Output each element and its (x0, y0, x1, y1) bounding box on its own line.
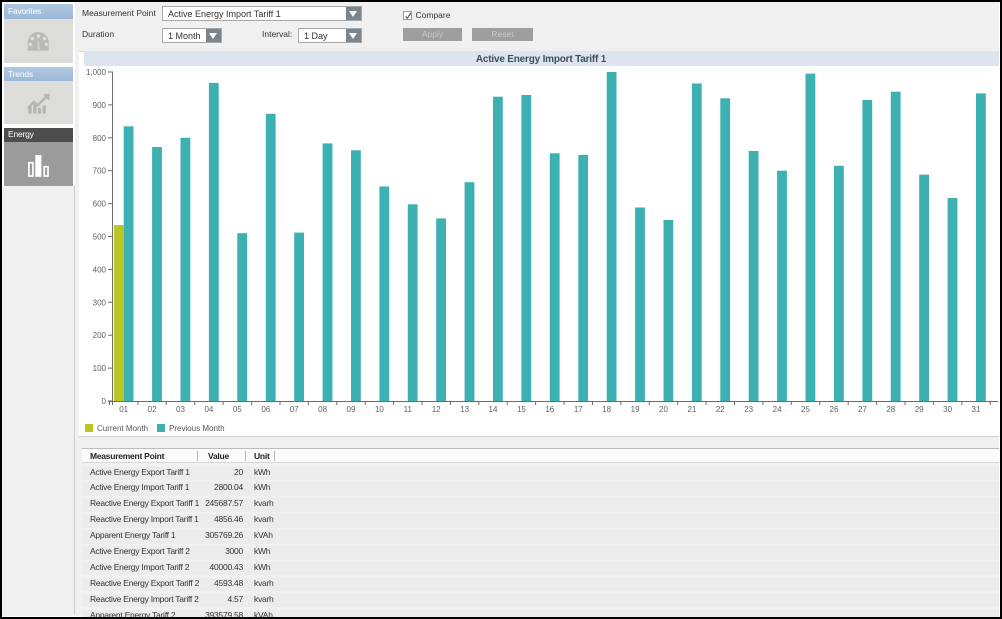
svg-text:900: 900 (93, 101, 107, 110)
svg-text:05: 05 (233, 405, 242, 414)
svg-text:Previous Month: Previous Month (169, 424, 225, 433)
svg-text:1,000: 1,000 (86, 68, 107, 77)
svg-text:04: 04 (204, 405, 213, 414)
svg-text:08: 08 (318, 405, 327, 414)
svg-text:Active Energy Import Tariff 1: Active Energy Import Tariff 1 (476, 54, 607, 65)
svg-text:28: 28 (886, 405, 895, 414)
svg-text:17: 17 (574, 405, 583, 414)
svg-text:27: 27 (858, 405, 867, 414)
svg-text:24: 24 (773, 405, 782, 414)
svg-text:19: 19 (631, 405, 640, 414)
svg-text:06: 06 (261, 405, 270, 414)
svg-text:14: 14 (489, 405, 498, 414)
svg-text:200: 200 (93, 331, 107, 340)
svg-text:500: 500 (93, 233, 107, 242)
svg-text:22: 22 (716, 405, 725, 414)
svg-text:12: 12 (432, 405, 441, 414)
svg-text:21: 21 (687, 405, 696, 414)
svg-text:02: 02 (148, 405, 157, 414)
svg-text:01: 01 (119, 405, 128, 414)
svg-text:300: 300 (93, 298, 107, 307)
svg-text:29: 29 (915, 405, 924, 414)
svg-text:18: 18 (602, 405, 611, 414)
svg-text:13: 13 (460, 405, 469, 414)
svg-text:800: 800 (93, 134, 107, 143)
svg-text:07: 07 (290, 405, 299, 414)
svg-text:23: 23 (744, 405, 753, 414)
svg-text:400: 400 (93, 265, 107, 274)
svg-text:09: 09 (347, 405, 356, 414)
svg-text:Current Month: Current Month (97, 424, 148, 433)
svg-text:26: 26 (830, 405, 839, 414)
svg-text:10: 10 (375, 405, 384, 414)
svg-text:100: 100 (93, 364, 107, 373)
svg-text:30: 30 (943, 405, 952, 414)
svg-text:25: 25 (801, 405, 810, 414)
svg-text:16: 16 (545, 405, 554, 414)
svg-text:600: 600 (93, 200, 107, 209)
svg-text:700: 700 (93, 167, 107, 176)
svg-text:11: 11 (404, 405, 413, 414)
svg-text:03: 03 (176, 405, 185, 414)
svg-text:15: 15 (517, 405, 526, 414)
svg-text:0: 0 (102, 397, 107, 406)
svg-text:20: 20 (659, 405, 668, 414)
svg-text:31: 31 (972, 405, 981, 414)
